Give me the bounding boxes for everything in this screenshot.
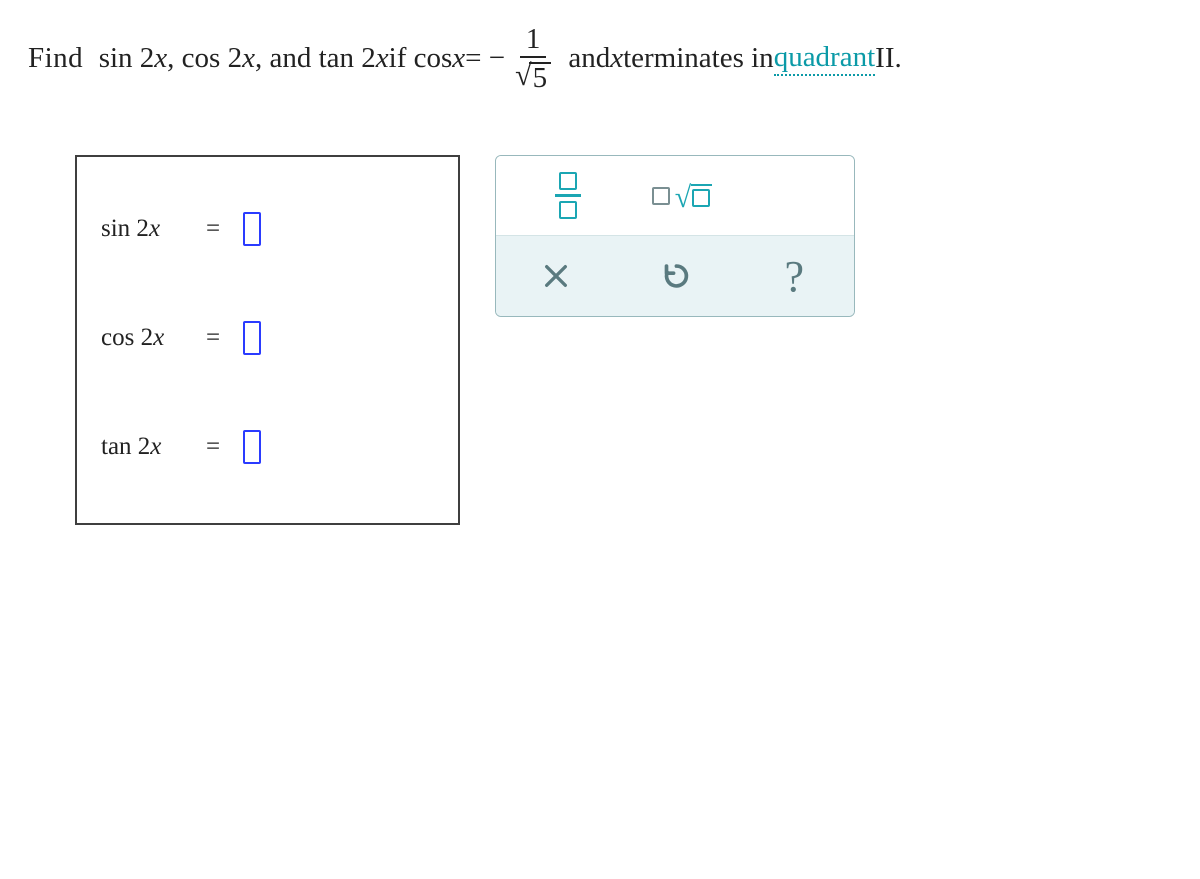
undo-button[interactable] bbox=[643, 247, 707, 305]
term-cos2x: cos 2x bbox=[182, 43, 255, 75]
help-icon: ? bbox=[785, 251, 805, 302]
problem-sep: , and bbox=[255, 43, 319, 75]
sqrt-5: √ 5 bbox=[515, 62, 551, 93]
frac-denominator: √ 5 bbox=[511, 62, 555, 93]
x-var: x bbox=[610, 43, 623, 75]
problem-mid: if bbox=[389, 43, 414, 75]
close-icon bbox=[542, 262, 570, 290]
problem-sep: , bbox=[167, 43, 182, 75]
palette-row-actions: ? bbox=[496, 236, 854, 316]
equals-sign: = bbox=[205, 433, 221, 461]
fraction-top-box-icon bbox=[559, 172, 577, 190]
answer-row-sin2x: sin 2x = bbox=[101, 212, 434, 246]
fraction-bottom-box-icon bbox=[559, 201, 577, 219]
answer-row-tan2x: tan 2x = bbox=[101, 430, 434, 464]
answer-input-sin2x[interactable] bbox=[243, 212, 261, 246]
math-palette: √ ? bbox=[495, 155, 855, 317]
cosx: cosx bbox=[414, 43, 466, 75]
answer-row-cos2x: cos 2x = bbox=[101, 321, 434, 355]
fraction-tool-button[interactable] bbox=[536, 167, 600, 225]
problem-statement: Find sin 2x , cos 2x , and tan 2x if cos… bbox=[28, 25, 1172, 93]
root-icon: √ bbox=[652, 184, 712, 207]
root-radicand-box-icon bbox=[691, 184, 712, 207]
problem-tail3: II. bbox=[875, 43, 902, 75]
problem-tail2: terminates in bbox=[623, 43, 774, 75]
frac-numerator: 1 bbox=[520, 25, 547, 58]
root-index-box-icon bbox=[652, 187, 670, 205]
equals-sign: = bbox=[205, 324, 221, 352]
undo-icon bbox=[658, 259, 692, 293]
equals-neg: = − bbox=[465, 43, 505, 75]
answer-input-cos2x[interactable] bbox=[243, 321, 261, 355]
root-radical-icon: √ bbox=[675, 189, 691, 207]
problem-text-prefix: Find bbox=[28, 43, 99, 75]
clear-button[interactable] bbox=[524, 247, 588, 305]
root-inner-box-icon bbox=[692, 189, 710, 207]
radicand: 5 bbox=[529, 62, 552, 93]
help-button[interactable]: ? bbox=[762, 247, 826, 305]
quadrant-link[interactable]: quadrant bbox=[774, 42, 875, 76]
fraction-1-over-sqrt5: 1 √ 5 bbox=[511, 25, 555, 93]
palette-row-tools: √ bbox=[496, 156, 854, 236]
equals-sign: = bbox=[205, 215, 221, 243]
problem-tail1: and bbox=[561, 43, 610, 75]
fraction-bar-icon bbox=[555, 194, 581, 197]
answer-panel: sin 2x = cos 2x = tan 2x = bbox=[75, 155, 460, 525]
answer-label: sin 2x bbox=[101, 215, 183, 243]
answer-label: tan 2x bbox=[101, 433, 183, 461]
fraction-icon bbox=[555, 172, 581, 219]
term-sin2x: sin 2x bbox=[99, 43, 167, 75]
answer-label: cos 2x bbox=[101, 324, 183, 352]
root-tool-button[interactable]: √ bbox=[650, 167, 714, 225]
answer-input-tan2x[interactable] bbox=[243, 430, 261, 464]
term-tan2x: tan 2x bbox=[319, 43, 389, 75]
